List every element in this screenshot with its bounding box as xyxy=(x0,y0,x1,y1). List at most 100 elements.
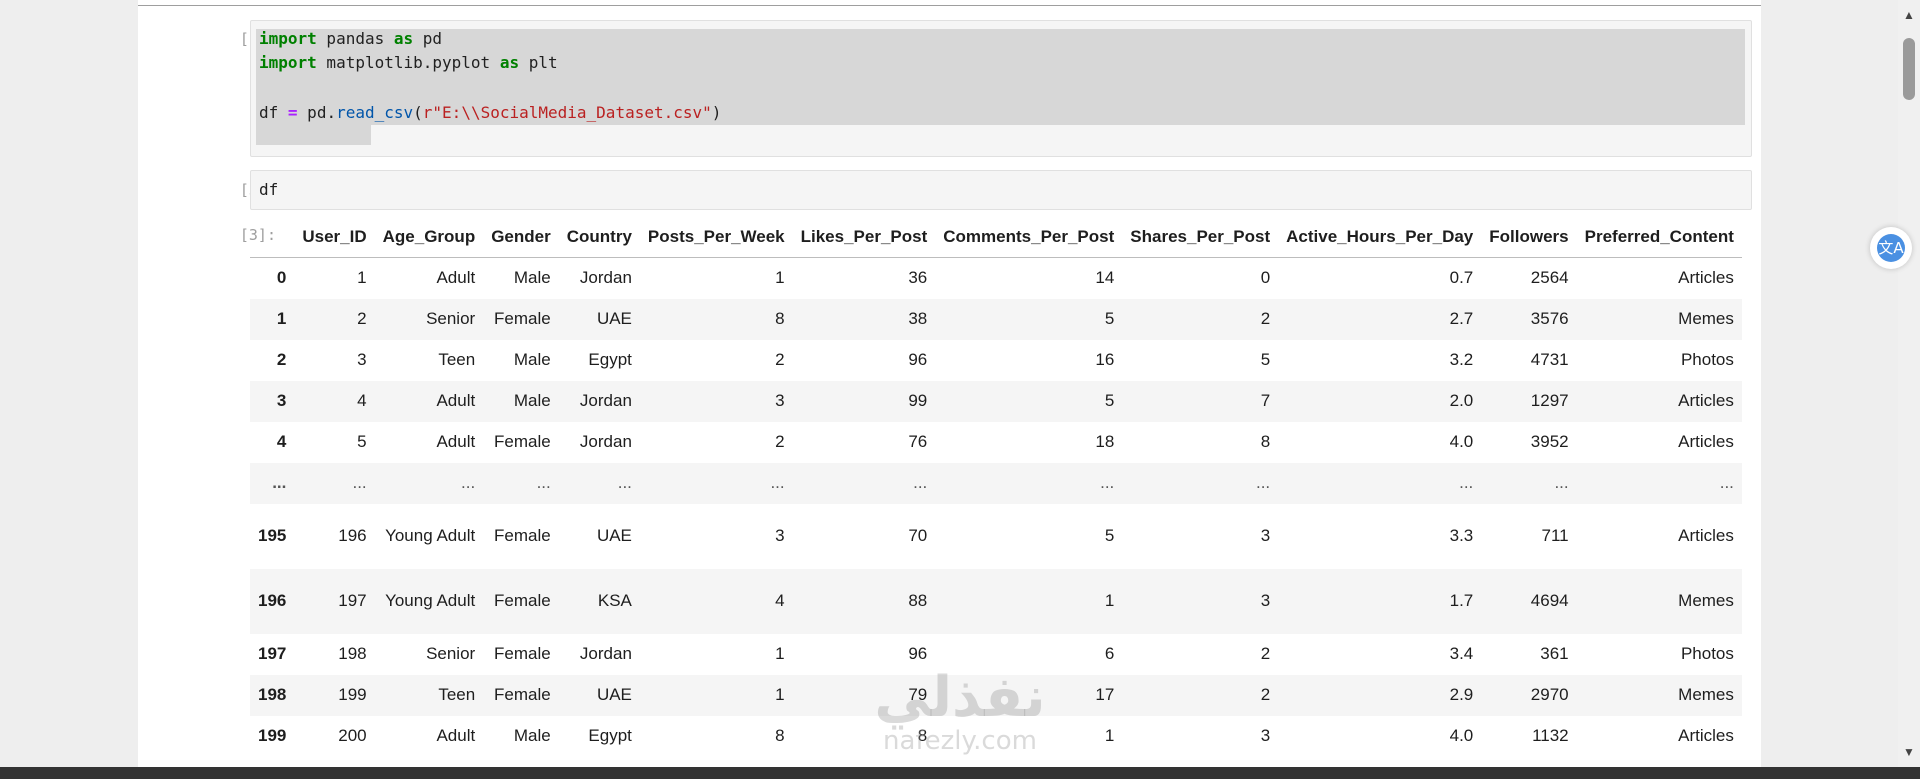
row-index: 199 xyxy=(258,726,287,745)
cell-2-code-editor[interactable]: df xyxy=(250,170,1752,210)
row-index: ... xyxy=(272,473,287,492)
table-cell: 1297 xyxy=(1530,391,1569,410)
table-cell: 3.4 xyxy=(1449,644,1474,663)
table-cell: 2 xyxy=(1260,644,1271,663)
table-cell: 88 xyxy=(908,591,928,610)
table-cell: Senior xyxy=(426,644,476,663)
table-cell: Male xyxy=(513,268,551,288)
table-cell: Male xyxy=(513,350,551,369)
table-cell: 1.7 xyxy=(1449,591,1474,610)
table-cell: 3 xyxy=(357,350,367,369)
table-cell: 99 xyxy=(908,391,928,410)
table-cell: 2970 xyxy=(1530,685,1569,704)
table-cell: 96 xyxy=(908,350,928,369)
table-cell: Memes xyxy=(1678,309,1734,328)
column-header: Comments_Per_Post xyxy=(935,221,1123,258)
index-header xyxy=(250,221,295,258)
table-cell: 8 xyxy=(775,726,785,745)
table-cell: 4731 xyxy=(1530,350,1569,369)
table-cell: 198 xyxy=(338,644,367,663)
table-cell: ... xyxy=(1719,473,1734,492)
table-cell: 5 xyxy=(1260,350,1271,369)
table-cell: Female xyxy=(494,432,551,451)
table-row: 1 2 Senior Female UAE 8 38 5 2 2.7 3576 Memes xyxy=(250,298,1742,340)
table-cell: 2 xyxy=(775,432,785,451)
table-cell: 2.7 xyxy=(1449,309,1474,328)
code-selection-tail xyxy=(256,125,371,145)
table-cell: 2564 xyxy=(1530,268,1569,288)
column-header: Posts_Per_Week xyxy=(639,221,793,258)
table-cell: 7 xyxy=(1260,391,1271,410)
table-cell: 1 xyxy=(775,268,785,288)
row-index: 196 xyxy=(258,591,287,610)
scroll-thumb[interactable] xyxy=(1903,38,1915,100)
table-row: 2 3 Teen Male Egypt 2 96 16 5 3.2 4731 Photos xyxy=(250,340,1742,381)
table-cell: 36 xyxy=(908,268,928,288)
column-header: Followers xyxy=(1481,221,1577,258)
table-cell: Young Adult xyxy=(385,526,476,545)
table-cell: 4 xyxy=(775,591,785,610)
table-cell: Memes xyxy=(1678,591,1734,610)
table-cell: ... xyxy=(1554,473,1569,492)
table-cell: 5 xyxy=(1104,391,1115,410)
table-cell: Adult xyxy=(436,726,476,745)
row-index: 198 xyxy=(258,685,287,704)
table-cell: 4 xyxy=(357,391,367,410)
table-row: 0 1 Adult Male Jordan 1 36 14 0 0.7 2564 Articles xyxy=(250,258,1742,299)
translate-button[interactable]: 文A xyxy=(1870,227,1912,269)
table-cell: Articles xyxy=(1678,391,1734,410)
watermark-latin: nafezly.com xyxy=(883,726,1037,756)
table-cell: Female xyxy=(494,685,551,704)
table-cell: 5 xyxy=(1104,526,1115,545)
table-cell: 3576 xyxy=(1530,309,1569,328)
table-row: 195 196 Young Adult Female UAE 3 70 5 3 3.3 711 Art… xyxy=(250,504,1742,569)
table-cell: 3 xyxy=(1260,726,1271,745)
table-cell: 199 xyxy=(338,685,367,704)
scroll-up-arrow-icon[interactable]: ▲ xyxy=(1903,8,1915,22)
table-cell: 196 xyxy=(338,526,367,545)
table-cell: 2.9 xyxy=(1449,685,1474,704)
translate-icon: 文A xyxy=(1877,234,1905,262)
table-cell: Female xyxy=(494,644,551,663)
table-cell: 2 xyxy=(357,309,367,328)
top-divider xyxy=(138,5,1761,6)
code-line-4: df = pd.read_csv(r"E:\\SocialMedia_Datas… xyxy=(259,103,722,122)
table-cell: 3 xyxy=(1260,526,1271,545)
table-cell: 3.3 xyxy=(1449,526,1474,545)
table-cell: Jordan xyxy=(579,432,632,451)
row-index: 4 xyxy=(276,432,287,451)
row-index: 2 xyxy=(276,350,287,369)
bottom-bar xyxy=(0,767,1920,779)
table-cell: Adult xyxy=(436,268,476,288)
cell-1-code-editor[interactable]: import pandas as pd import matplotlib.py… xyxy=(250,20,1752,157)
table-cell: Teen xyxy=(438,685,476,704)
table-cell: 711 xyxy=(1541,526,1569,545)
table-cell: 5 xyxy=(357,432,367,451)
table-cell: 1 xyxy=(1104,591,1115,610)
table-cell: 1132 xyxy=(1532,726,1569,745)
table-cell: UAE xyxy=(596,309,632,328)
table-cell: 361 xyxy=(1540,644,1569,663)
table-cell: Egypt xyxy=(588,350,632,369)
table-row: .................................... xyxy=(250,462,1742,504)
table-cell: Teen xyxy=(438,350,476,369)
table-cell: Articles xyxy=(1678,526,1734,545)
scroll-down-arrow-icon[interactable]: ▼ xyxy=(1903,745,1915,759)
table-row: 3 4 Adult Male Jordan 3 99 5 7 2.0 1297 Articles xyxy=(250,380,1742,422)
table-cell: 70 xyxy=(908,526,928,545)
table-cell: 2 xyxy=(1260,309,1271,328)
vertical-scrollbar[interactable]: ▲ ▼ xyxy=(1898,0,1920,767)
column-header: Active_Hours_Per_Day xyxy=(1278,221,1482,258)
table-cell: Photos xyxy=(1680,644,1734,663)
table-cell: Egypt xyxy=(588,726,632,745)
table-cell: 4.0 xyxy=(1449,432,1474,451)
table-cell: Senior xyxy=(426,309,476,328)
table-row: 4 5 Adult Female Jordan 2 76 18 8 4.0 3952 Articles xyxy=(250,422,1742,463)
code-line-1: import pandas as pd xyxy=(259,29,443,48)
table-cell: 8 xyxy=(1260,432,1271,451)
table-cell: ... xyxy=(1459,473,1474,492)
table-cell: ... xyxy=(1100,473,1115,492)
column-header: Likes_Per_Post xyxy=(792,221,936,258)
table-cell: KSA xyxy=(597,591,632,610)
table-cell: Male xyxy=(513,726,551,745)
